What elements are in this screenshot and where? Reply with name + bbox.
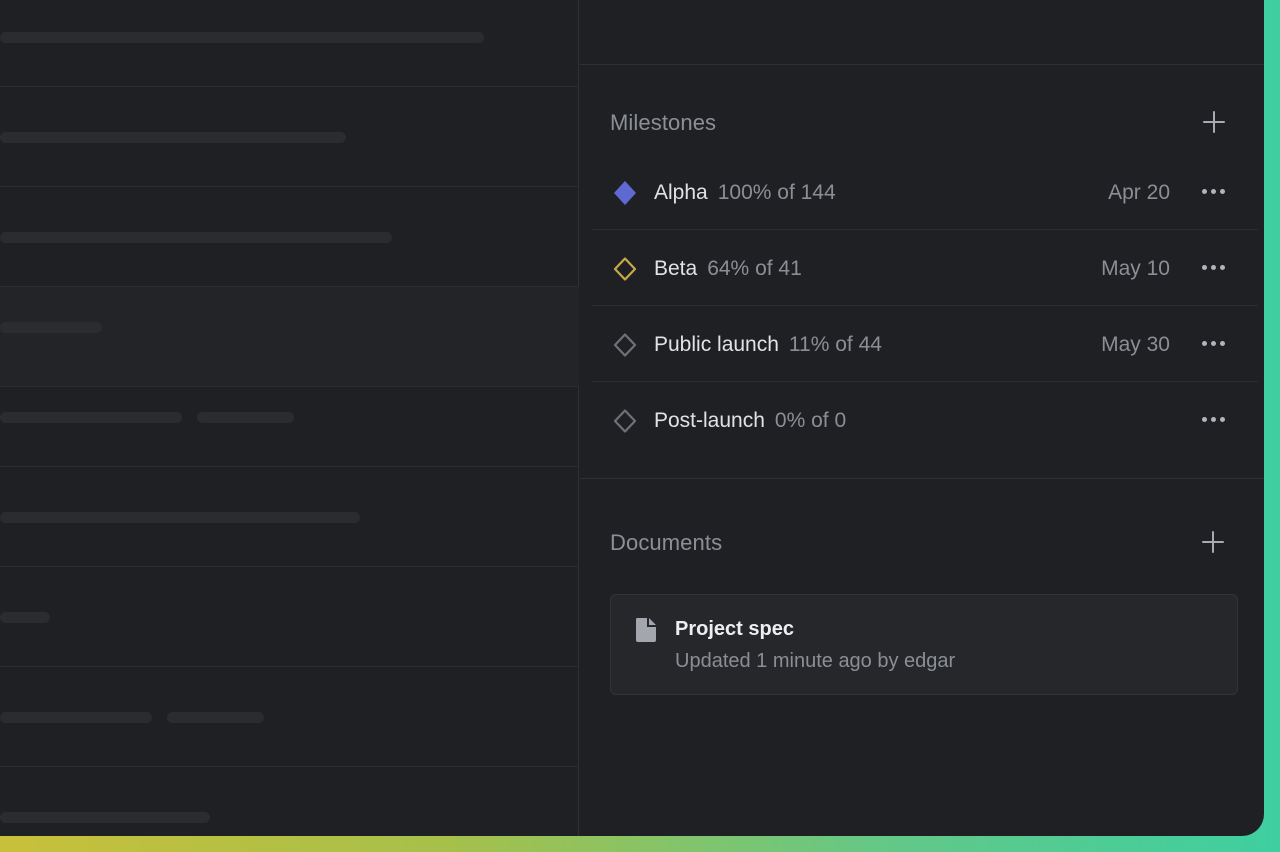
- milestone-name-group: Public launch 11% of 44: [654, 333, 882, 357]
- skeleton-bar: [0, 232, 392, 243]
- milestone-row-post-launch[interactable]: Post-launch 0% of 0: [592, 382, 1258, 458]
- milestone-name: Public launch: [654, 333, 779, 356]
- document-icon: [636, 618, 656, 642]
- milestone-name-group: Post-launch 0% of 0: [654, 409, 846, 433]
- milestone-date: May 30: [1101, 333, 1170, 356]
- skeleton-bar: [0, 132, 346, 143]
- skeleton-row: [0, 187, 579, 287]
- milestone-date: May 10: [1101, 257, 1170, 280]
- skeleton-row: [0, 767, 579, 836]
- skeleton-row: [0, 367, 579, 467]
- diamond-filled-icon: [614, 181, 636, 205]
- milestones-heading: Milestones: [610, 110, 717, 135]
- skeleton-row: [0, 667, 579, 767]
- skeleton-bar: [0, 512, 360, 523]
- app-window: Milestones Alpha 100% of 144 Apr 20 Beta 6…: [0, 0, 1264, 836]
- more-options-button[interactable]: [1200, 260, 1228, 276]
- more-options-button[interactable]: [1200, 184, 1228, 200]
- milestone-row-public-launch[interactable]: Public launch 11% of 44 May 30: [592, 306, 1258, 382]
- project-details-panel: Milestones Alpha 100% of 144 Apr 20 Beta 6…: [580, 0, 1264, 836]
- skeleton-bar: [0, 412, 182, 423]
- milestone-name: Post-launch: [654, 409, 765, 432]
- skeleton-row: [0, 467, 579, 567]
- documents-heading: Documents: [610, 530, 723, 555]
- document-card[interactable]: Project spec Updated 1 minute ago by edg…: [610, 594, 1238, 695]
- diamond-outline-icon: [613, 257, 637, 281]
- milestone-progress: 11% of 44: [788, 333, 882, 356]
- milestone-progress: 0% of 0: [774, 409, 847, 432]
- divider: [580, 478, 1264, 479]
- milestone-date: Apr 20: [1108, 181, 1170, 204]
- skeleton-bar: [167, 712, 264, 723]
- milestone-row-alpha[interactable]: Alpha 100% of 144 Apr 20: [592, 154, 1258, 230]
- add-document-button[interactable]: [1199, 528, 1227, 556]
- milestone-name-group: Alpha 100% of 144: [654, 181, 836, 205]
- issue-list-skeleton: [0, 0, 579, 836]
- skeleton-bar: [0, 712, 152, 723]
- diamond-outline-icon: [613, 333, 637, 357]
- skeleton-row: [0, 87, 579, 187]
- skeleton-bar: [0, 812, 210, 823]
- diamond-outline-icon: [613, 409, 637, 433]
- document-title: Project spec: [675, 618, 794, 640]
- divider: [580, 64, 1264, 65]
- skeleton-bar: [197, 412, 294, 423]
- milestone-name: Alpha: [654, 181, 708, 204]
- milestone-name: Beta: [654, 257, 698, 280]
- document-updated-text: Updated 1 minute ago by edgar: [675, 650, 956, 672]
- skeleton-row: [0, 0, 579, 87]
- skeleton-bar: [0, 32, 484, 43]
- milestone-row-beta[interactable]: Beta 64% of 41 May 10: [592, 230, 1258, 306]
- more-options-button[interactable]: [1200, 412, 1228, 428]
- milestone-name-group: Beta 64% of 41: [654, 257, 802, 281]
- skeleton-bar: [0, 612, 50, 623]
- add-milestone-button[interactable]: [1200, 108, 1228, 136]
- milestone-progress: 100% of 144: [717, 181, 836, 204]
- milestone-progress: 64% of 41: [707, 257, 802, 280]
- skeleton-bar: [0, 322, 102, 333]
- skeleton-row: [0, 567, 579, 667]
- more-options-button[interactable]: [1200, 336, 1228, 352]
